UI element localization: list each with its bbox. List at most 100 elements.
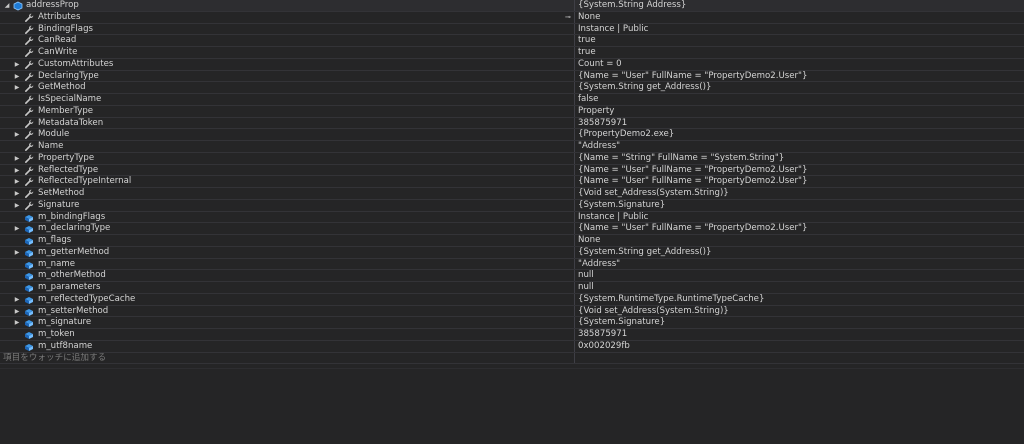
value-cell[interactable]: {Name = "String" FullName = "System.Stri… [578,153,1024,164]
property-wrench-icon [24,36,34,46]
value-cell[interactable]: {Name = "User" FullName = "PropertyDemo2… [578,223,1024,234]
watch-row-m_parameters[interactable]: m_parameters null [0,282,1024,294]
expand-arrow-icon[interactable]: ▶ [13,153,21,164]
expand-arrow-icon[interactable]: ▶ [13,165,21,176]
value-cell[interactable]: true [578,47,1024,58]
value-cell[interactable]: {Name = "User" FullName = "PropertyDemo2… [578,176,1024,187]
expand-arrow-icon[interactable]: ▶ [13,188,21,199]
row-name: m_signature [38,317,92,328]
value-cell[interactable]: None [578,12,1024,23]
name-cell: ▶ m_setterMethod [0,305,575,317]
expand-arrow-icon[interactable]: ▶ [13,247,21,258]
value-cell[interactable]: "Address" [578,141,1024,152]
property-wrench-icon [24,177,34,187]
name-cell: BindingFlags [0,23,575,35]
name-cell: ▶ PropertyType [0,152,575,164]
value-cell[interactable]: {System.String Address} [578,0,1024,11]
property-wrench-icon [24,119,34,129]
name-cell: ▶ DeclaringType [0,70,575,82]
name-cell: CanWrite [0,47,575,58]
value-cell[interactable]: {Name = "User" FullName = "PropertyDemo2… [578,71,1024,82]
value-cell[interactable]: {System.String get_Address()} [578,247,1024,258]
value-cell[interactable]: {Name = "User" FullName = "PropertyDemo2… [578,165,1024,176]
watch-row-Name[interactable]: Name "Address" [0,141,1024,153]
name-cell: MetadataToken [0,117,575,129]
watch-row-ReflectedType[interactable]: ▶ ReflectedType {Name = "User" FullName = … [0,164,1024,177]
value-cell[interactable]: {Void set_Address(System.String)} [578,188,1024,199]
watch-row-Module[interactable]: ▶ Module {PropertyDemo2.exe} [0,129,1024,141]
value-cell[interactable]: Count = 0 [578,59,1024,70]
field-icon [24,330,34,340]
pin-icon[interactable]: ⊸ [565,12,574,23]
expand-arrow-icon[interactable]: ▶ [13,223,21,234]
value-cell[interactable]: {System.String get_Address()} [578,82,1024,93]
value-cell[interactable]: Instance | Public [578,212,1024,223]
add-watch-placeholder[interactable]: 項目をウォッチに追加する [3,353,106,364]
expand-arrow-icon[interactable]: ▶ [13,71,21,82]
value-cell[interactable]: true [578,35,1024,46]
expand-arrow-icon[interactable]: ▶ [13,294,21,305]
watch-row-PropertyType[interactable]: ▶ PropertyType {Name = "String" FullName =… [0,152,1024,165]
value-cell[interactable]: 0x002029fb [578,341,1024,352]
value-cell[interactable]: {System.RuntimeType.RuntimeTypeCache} [578,294,1024,305]
value-cell[interactable]: null [578,282,1024,293]
watch-row-Signature[interactable]: ▶ Signature {System.Signature} [0,199,1024,212]
name-cell: m_token [0,329,575,340]
expand-arrow-icon[interactable]: ▶ [13,306,21,317]
expand-arrow-icon[interactable]: ▶ [13,129,21,140]
watch-row-DeclaringType[interactable]: ▶ DeclaringType {Name = "User" FullName = … [0,70,1024,83]
watch-row-SetMethod[interactable]: ▶ SetMethod {Void set_Address(System.Strin… [0,188,1024,200]
expand-arrow-icon[interactable]: ▶ [13,200,21,211]
value-cell[interactable]: {System.Signature} [578,200,1024,211]
watch-row-MemberType[interactable]: MemberType Property [0,105,1024,118]
value-cell[interactable]: null [578,270,1024,281]
value-cell[interactable]: 385875971 [578,118,1024,129]
watch-row-m_otherMethod[interactable]: m_otherMethod null [0,270,1024,282]
watch-row-Attributes[interactable]: Attributes ⊸ None [0,11,1024,24]
collapse-arrow-icon[interactable]: ◢ [3,0,11,11]
watch-row-CustomAttributes[interactable]: ▶ CustomAttributes Count = 0 [0,58,1024,71]
value-cell[interactable]: 385875971 [578,329,1024,340]
watch-row-BindingFlags[interactable]: BindingFlags Instance | Public [0,23,1024,36]
value-cell[interactable]: None [578,235,1024,246]
field-icon [24,342,34,352]
value-cell[interactable]: {System.Signature} [578,317,1024,328]
watch-row-m_getterMethod[interactable]: ▶ m_getterMethod {System.String get_Addres… [0,246,1024,259]
field-icon [24,307,34,317]
property-wrench-icon [24,72,34,82]
value-cell[interactable]: Property [578,106,1024,117]
watch-row-GetMethod[interactable]: ▶ GetMethod {System.String get_Address()} [0,82,1024,94]
watch-row-m_utf8name[interactable]: m_utf8name 0x002029fb [0,340,1024,353]
add-watch-value-cell [578,353,1024,364]
watch-row-m_token[interactable]: m_token 385875971 [0,329,1024,341]
expand-arrow-icon[interactable]: ▶ [13,59,21,70]
watch-row-CanRead[interactable]: CanRead true [0,35,1024,47]
add-watch-row[interactable]: 項目をウォッチに追加する [0,352,1024,365]
watch-root-row[interactable]: ◢ addressProp {System.String Address} [0,0,1024,12]
watch-row-MetadataToken[interactable]: MetadataToken 385875971 [0,117,1024,130]
expand-arrow-icon[interactable]: ▶ [13,176,21,187]
property-wrench-icon [24,189,34,199]
watch-row-m_reflectedTypeCache[interactable]: ▶ m_reflectedTypeCache {System.RuntimeType… [0,293,1024,306]
watch-row-m_signature[interactable]: ▶ m_signature {System.Signature} [0,317,1024,329]
watch-row-m_bindingFlags[interactable]: m_bindingFlags Instance | Public [0,211,1024,224]
name-cell: ▶ Module [0,129,575,140]
watch-row-ReflectedTypeInternal[interactable]: ▶ ReflectedTypeInternal {Name = "User" Ful… [0,176,1024,188]
row-name: PropertyType [38,152,95,163]
value-cell[interactable]: {Void set_Address(System.String)} [578,306,1024,317]
value-cell[interactable]: "Address" [578,259,1024,270]
expand-arrow-icon[interactable]: ▶ [13,317,21,328]
field-icon [24,283,34,293]
add-watch-name-cell[interactable]: 項目をウォッチに追加する [0,352,575,364]
value-cell[interactable]: Instance | Public [578,24,1024,35]
watch-row-m_setterMethod[interactable]: ▶ m_setterMethod {Void set_Address(System.… [0,305,1024,318]
value-cell[interactable]: {PropertyDemo2.exe} [578,129,1024,140]
watch-row-m_declaringType[interactable]: ▶ m_declaringType {Name = "User" FullName … [0,223,1024,235]
row-name: m_getterMethod [38,246,110,257]
watch-row-IsSpecialName[interactable]: IsSpecialName false [0,94,1024,106]
watch-row-m_name[interactable]: m_name "Address" [0,258,1024,271]
expand-arrow-icon[interactable]: ▶ [13,82,21,93]
watch-row-CanWrite[interactable]: CanWrite true [0,47,1024,59]
watch-row-m_flags[interactable]: m_flags None [0,235,1024,247]
value-cell[interactable]: false [578,94,1024,105]
